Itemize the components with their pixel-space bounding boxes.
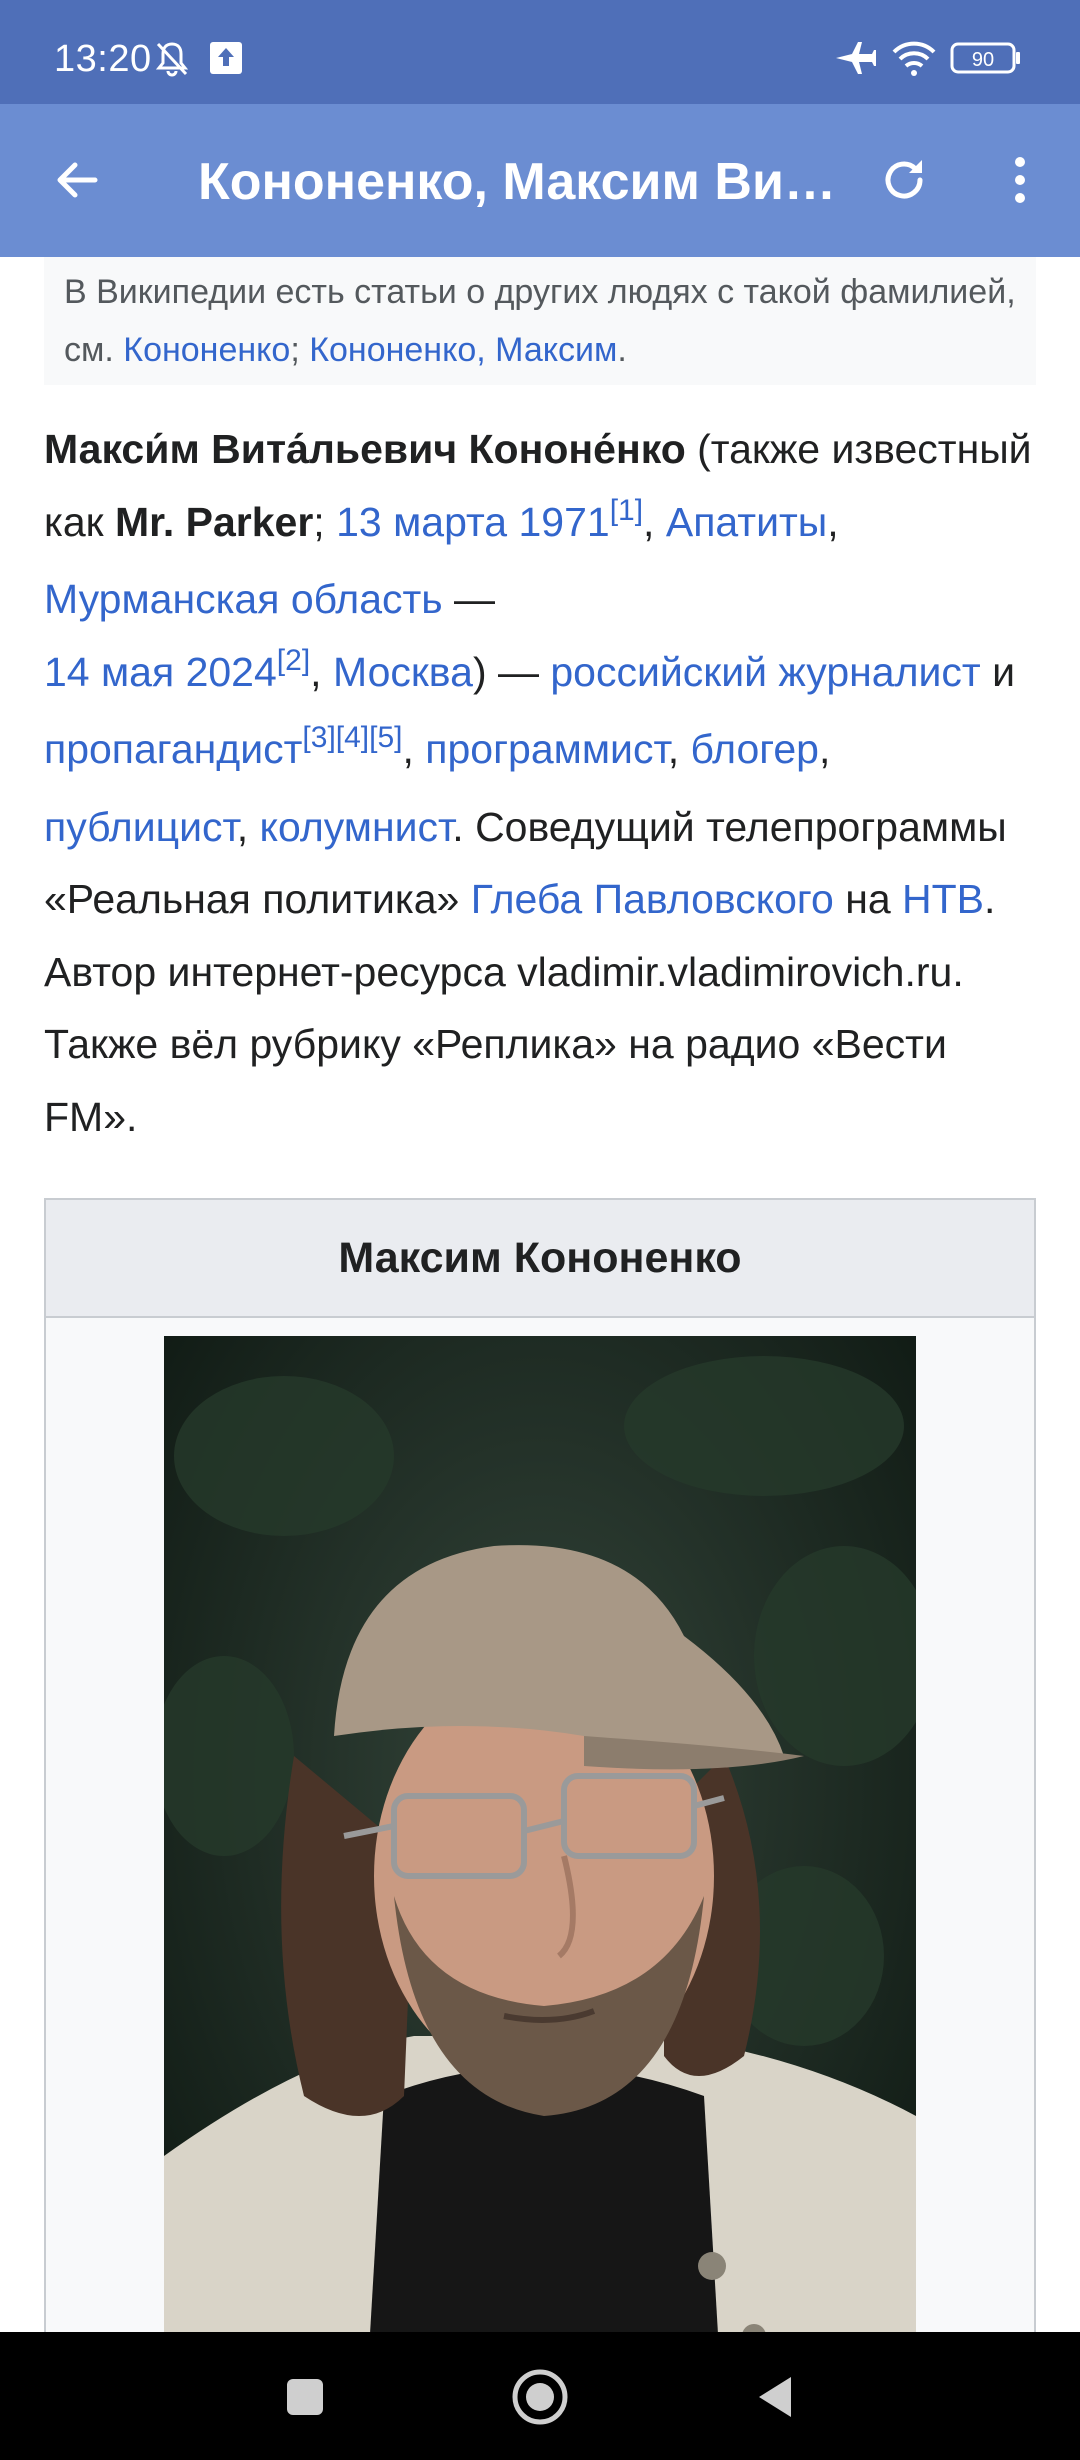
ref-5[interactable]: [5]	[369, 721, 402, 754]
home-button[interactable]	[505, 2362, 575, 2432]
link-publicist[interactable]: публицист	[44, 804, 237, 850]
refresh-button[interactable]	[864, 140, 944, 220]
link-programmer[interactable]: программист	[425, 726, 667, 772]
portrait-photo	[164, 1336, 916, 2332]
hatnote-link-kononenko[interactable]: Кононенко	[123, 331, 290, 369]
system-nav-bar	[0, 2332, 1080, 2460]
link-ntv[interactable]: НТВ	[902, 876, 984, 922]
article-content: В Википедии есть статьи о других людях с…	[0, 257, 1080, 2332]
back-button[interactable]	[36, 140, 116, 220]
infobox-portrait-image[interactable]	[164, 1336, 916, 2332]
link-death-date[interactable]: 14 мая 2024	[44, 649, 277, 695]
home-circle-icon	[512, 2369, 568, 2425]
app-bar: Кононенко, Максим Витальевич	[0, 104, 1080, 257]
hatnote-link-kononenko-maksim[interactable]: Кононенко, Максим	[309, 331, 617, 369]
infobox: Максим Кононенко	[44, 1198, 1036, 2332]
nav-back-button[interactable]	[740, 2362, 810, 2432]
back-arrow-icon	[57, 162, 98, 198]
more-options-button[interactable]	[980, 140, 1060, 220]
subject-name: Макси́м Вита́льевич Кононе́нко	[44, 426, 686, 472]
page-title: Кононенко, Максим Витальевич	[198, 153, 838, 211]
lead-paragraph: Макси́м Вита́льевич Кононе́нко (также из…	[44, 426, 1032, 1140]
subject-alias: Mr. Parker	[114, 498, 314, 545]
link-columnist[interactable]: колумнист	[260, 804, 453, 850]
link-blogger[interactable]: блогер	[690, 726, 819, 772]
link-propagandist[interactable]: пропагандист	[44, 726, 302, 772]
battery-level: 90	[972, 49, 994, 71]
status-bar: 13:20 90	[0, 0, 1080, 104]
link-gleb-pavlovsky[interactable]: Глеба Павловского	[471, 876, 834, 922]
back-triangle-icon	[759, 2377, 791, 2417]
mute-icon	[152, 38, 192, 78]
link-birth-city[interactable]: Апатиты	[666, 499, 827, 545]
ref-3[interactable]: [3]	[302, 721, 335, 754]
ref-1[interactable]: [1]	[610, 494, 643, 527]
infobox-title: Максим Кононенко	[46, 1200, 1034, 1318]
battery-icon: 90	[950, 38, 1022, 78]
ref-2[interactable]: [2]	[277, 644, 310, 677]
refresh-icon	[885, 160, 923, 199]
hatnote: В Википедии есть статьи о других людях с…	[44, 257, 1036, 385]
ref-4[interactable]: [4]	[336, 721, 369, 754]
link-birth-date[interactable]: 13 марта 1971	[336, 499, 610, 545]
link-russian-journalist[interactable]: российский журналист	[550, 649, 980, 695]
wifi-icon	[890, 38, 938, 78]
recents-square-icon	[287, 2379, 323, 2415]
link-death-city[interactable]: Москва	[333, 649, 473, 695]
more-vert-icon	[1015, 157, 1025, 203]
upload-icon	[206, 38, 246, 78]
link-birth-region[interactable]: Мурманская область	[44, 576, 443, 622]
recents-button[interactable]	[270, 2362, 340, 2432]
airplane-icon	[832, 38, 876, 78]
status-time: 13:20	[54, 38, 152, 80]
